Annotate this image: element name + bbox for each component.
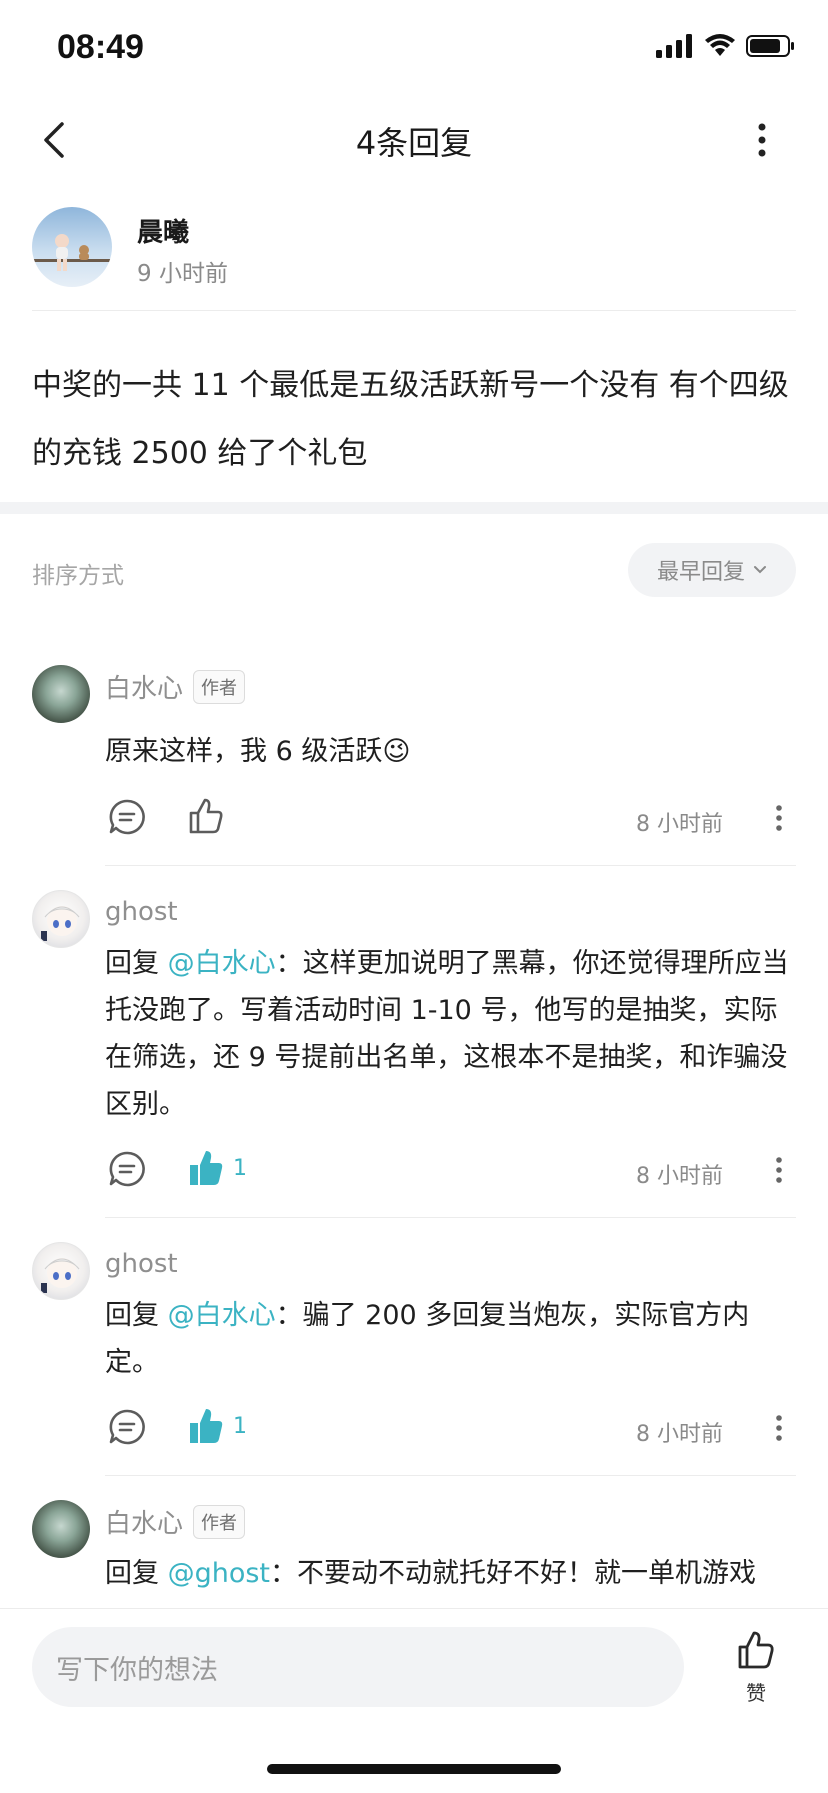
mention-link[interactable]: @ghost: [168, 1558, 270, 1589]
reply-icon[interactable]: [108, 1150, 146, 1188]
comment-input-placeholder: 写下你的想法: [56, 1655, 218, 1686]
page-title: 4条回复: [355, 124, 473, 162]
like-button[interactable]: 1: [187, 1149, 247, 1187]
comment-avatar[interactable]: [32, 1500, 90, 1558]
comment-header: 白水心 作者: [105, 668, 246, 705]
comment-author[interactable]: ghost: [105, 1249, 178, 1279]
comment-body: ：不要动不动就托好不好！就一单机游戏: [270, 1558, 757, 1589]
reply-prefix: 回复: [105, 1558, 168, 1589]
avatar-image: [41, 906, 80, 941]
mention-link[interactable]: @白水心: [168, 948, 276, 979]
like-count: 1: [233, 1155, 247, 1181]
like-filled-icon: [190, 1409, 223, 1443]
comment-avatar[interactable]: [32, 1242, 90, 1300]
reply-prefix: 回复: [105, 948, 168, 979]
sort-selected-value: 最早回复: [656, 560, 745, 585]
post-content: 中奖的一共 11 个最低是五级活跃新号一个没有 有个四级的充钱 2500 给了个…: [32, 368, 789, 471]
comment-more-icon[interactable]: [775, 1156, 783, 1184]
post-author-name[interactable]: 晨曦: [137, 212, 189, 249]
author-badge: 作者: [193, 669, 246, 704]
wifi-icon: [705, 34, 735, 56]
status-icons: [656, 34, 796, 58]
battery-icon: [746, 35, 794, 57]
comment-author[interactable]: 白水心: [105, 1503, 183, 1540]
author-badge: 作者: [193, 1504, 246, 1539]
comment-time: 8 小时前: [636, 812, 723, 837]
comment-avatar[interactable]: [32, 665, 90, 723]
like-icon[interactable]: [736, 1630, 776, 1670]
like-count: 1: [233, 1413, 247, 1439]
signal-icon: [656, 34, 692, 58]
comment-author[interactable]: 白水心: [105, 668, 183, 705]
reply-prefix: 回复: [105, 1300, 168, 1331]
divider: [105, 1475, 796, 1476]
avatar-image: [41, 1258, 80, 1293]
like-label[interactable]: 赞: [746, 1677, 766, 1706]
sort-label: 排序方式: [32, 563, 124, 589]
status-time: 08:49: [57, 28, 144, 66]
like-button[interactable]: 1: [187, 1407, 247, 1445]
comment-time: 8 小时前: [636, 1422, 723, 1447]
comment-text: 回复 @白水心：这样更加说明了黑幕，你还觉得理所应当托没跑了。写着活动时间 1-…: [105, 940, 795, 1128]
divider: [32, 310, 796, 311]
divider: [105, 1217, 796, 1218]
reply-icon[interactable]: [108, 1408, 146, 1446]
chevron-down-icon: [754, 566, 766, 574]
sort-dropdown[interactable]: 最早回复: [628, 543, 796, 597]
comment-text: 回复 @白水心：骗了 200 多回复当炮灰，实际官方内定。: [105, 1292, 795, 1386]
more-icon[interactable]: [756, 122, 768, 158]
mention-link[interactable]: @白水心: [168, 1300, 276, 1331]
post-author-avatar[interactable]: [32, 207, 112, 287]
comment-avatar[interactable]: [32, 890, 90, 948]
comment-text: 原来这样，我 6 级活跃😉: [105, 736, 411, 767]
comment-more-icon[interactable]: [775, 1414, 783, 1442]
section-separator: [0, 502, 828, 514]
comment-text: 回复 @ghost：不要动不动就托好不好！就一单机游戏: [105, 1550, 795, 1597]
home-indicator: [267, 1764, 561, 1774]
like-filled-icon: [190, 1151, 223, 1185]
comment-author[interactable]: ghost: [105, 897, 178, 927]
like-icon[interactable]: [187, 797, 225, 835]
comment-more-icon[interactable]: [775, 804, 783, 832]
divider: [105, 865, 796, 866]
reply-icon[interactable]: [108, 798, 146, 836]
comment-header: 白水心 作者: [105, 1503, 246, 1540]
avatar-image: [32, 234, 112, 271]
comment-time: 8 小时前: [636, 1164, 723, 1189]
post-time: 9 小时前: [137, 261, 228, 287]
